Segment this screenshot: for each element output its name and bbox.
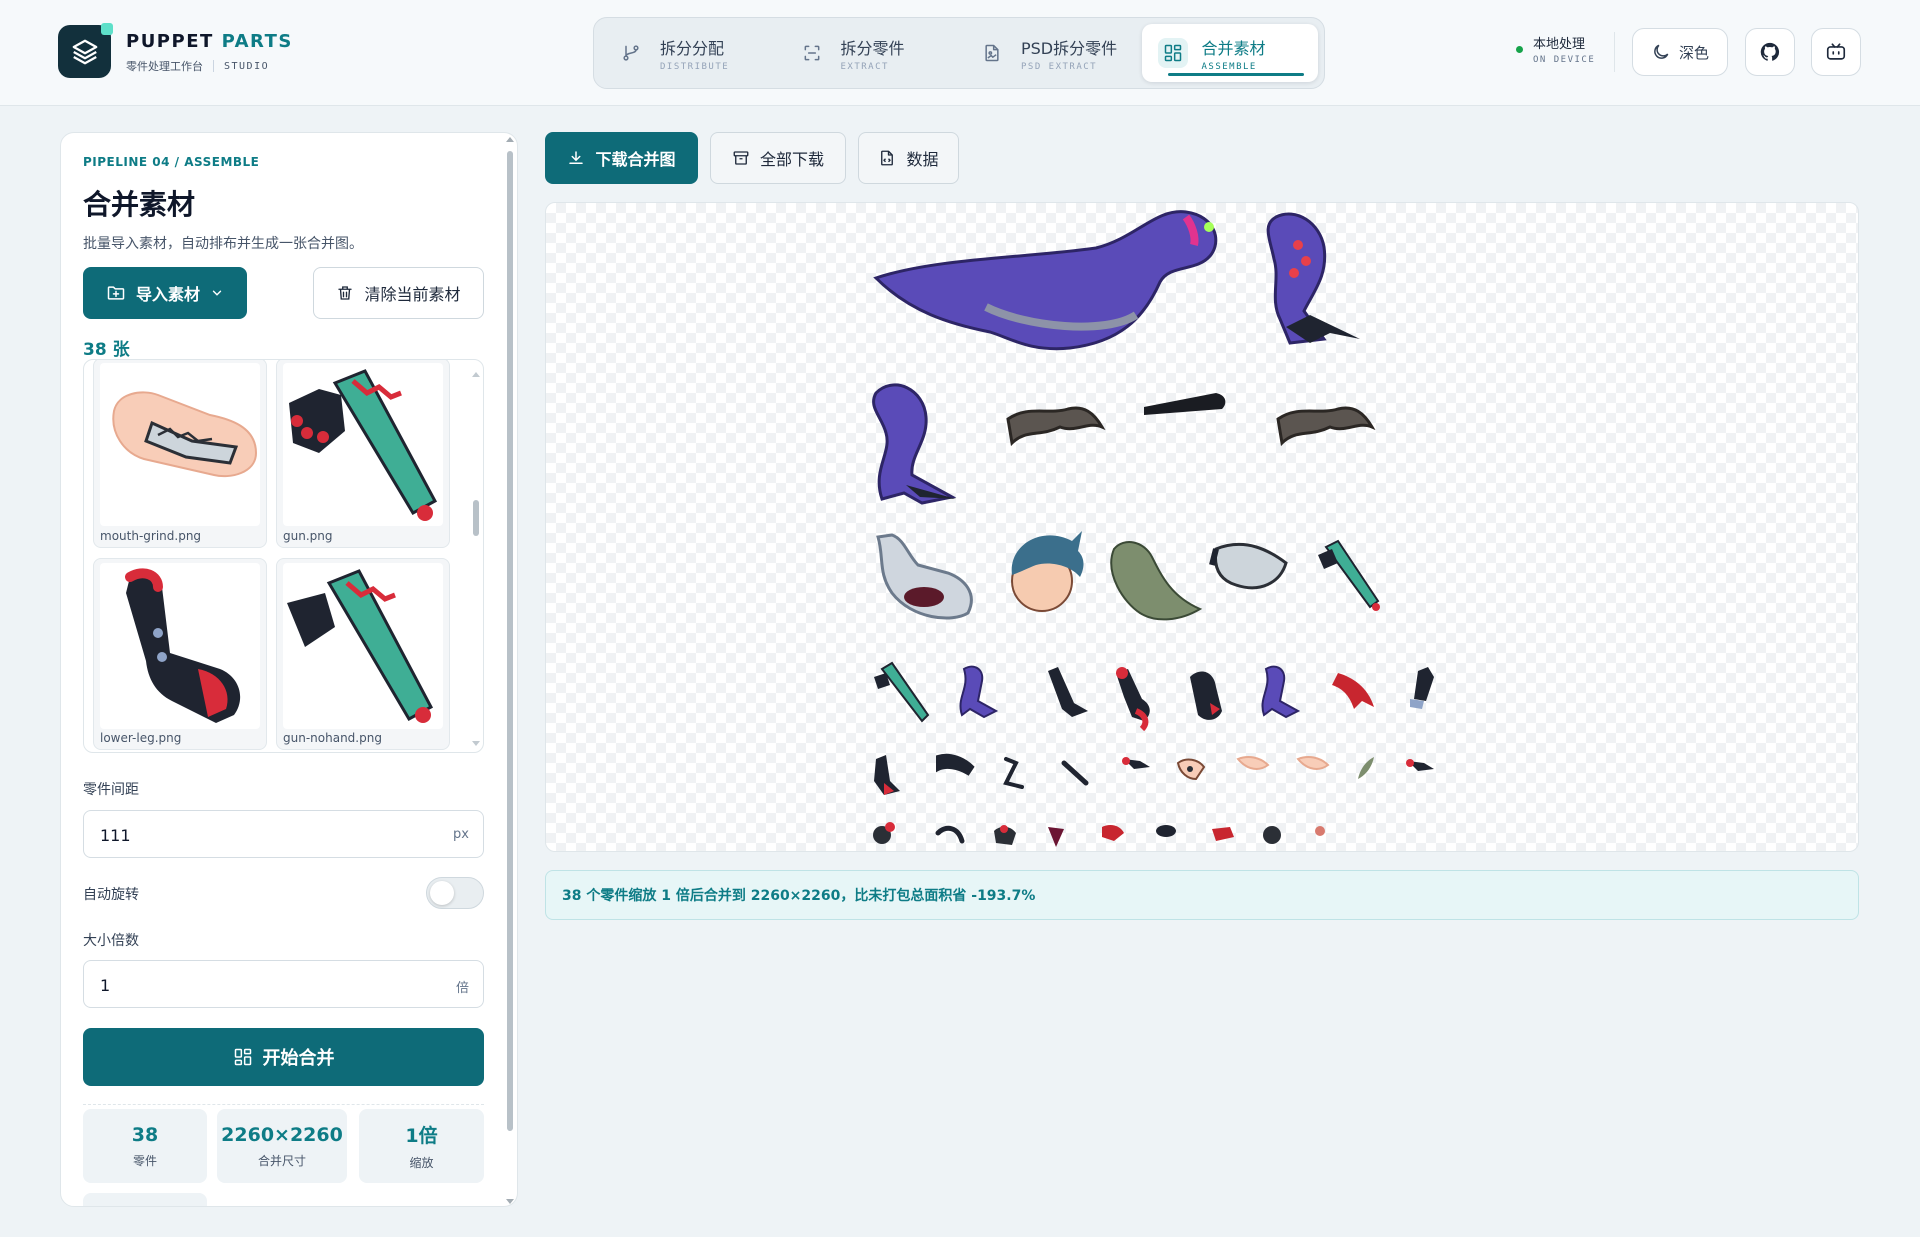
- mouth-grind-thumbnail: [112, 391, 258, 478]
- download-merged-button[interactable]: 下载合并图: [545, 132, 698, 184]
- sprite-upper-leg: [1266, 212, 1360, 345]
- sprite-neck: [1110, 541, 1203, 621]
- asset-thumbnail: [283, 563, 443, 729]
- stat-scale: 1倍 缩放: [359, 1109, 484, 1183]
- spacing-label: 零件间距: [83, 782, 139, 798]
- sprite-dino-body: [873, 210, 1218, 351]
- brand-subtitle: 零件处理工作台 STUDIO: [126, 60, 270, 73]
- top-bar: PUPPET PARTS 零件处理工作台 STUDIO 拆分分配 DISTRIBUT…: [0, 0, 1920, 106]
- app-logo: [58, 23, 113, 78]
- asset-thumbnail: [100, 363, 260, 526]
- file-image-icon: [977, 38, 1007, 68]
- status-dot: [1516, 45, 1523, 53]
- bilibili-icon: [1826, 43, 1846, 60]
- import-assets-button[interactable]: 导入素材: [83, 267, 247, 319]
- scale-label: 大小倍数: [83, 933, 139, 949]
- trash-icon: [338, 286, 353, 300]
- asset-filename: lower-leg.png: [100, 731, 182, 745]
- folder-plus-icon: [107, 286, 125, 300]
- sprite-head: [1011, 531, 1084, 612]
- data-button[interactable]: 数据: [858, 132, 959, 184]
- sprite-mouth: [1209, 543, 1288, 590]
- auto-rotate-label: 自动旋转: [83, 887, 139, 903]
- github-button[interactable]: [1745, 28, 1795, 76]
- merged-sprite-sheet: [872, 210, 1434, 847]
- gallery-scrollbar[interactable]: [472, 366, 480, 746]
- sprite-tail-b: [1276, 406, 1376, 447]
- asset-filename: gun.png: [283, 529, 333, 543]
- moon-icon: [1654, 44, 1669, 59]
- clear-assets-button[interactable]: 清除当前素材: [313, 267, 484, 319]
- asset-card[interactable]: gun.png: [276, 360, 450, 548]
- tab-psd-extract[interactable]: PSD拆分零件 PSD EXTRACT: [961, 24, 1138, 82]
- sprite-tail-a: [1006, 406, 1106, 447]
- lower-leg-thumbnail: [125, 568, 241, 723]
- asset-card[interactable]: mouth-grind.png: [93, 360, 267, 548]
- archive-icon: [733, 151, 749, 165]
- branch-icon: [616, 38, 646, 68]
- brand-name: PUPPET PARTS: [126, 31, 293, 52]
- divider: [83, 1104, 484, 1105]
- pipeline-eyebrow: PIPELINE 04 / ASSEMBLE: [83, 155, 260, 169]
- file-data-icon: [881, 150, 894, 166]
- download-all-button[interactable]: 全部下载: [710, 132, 846, 184]
- asset-filename: mouth-grind.png: [100, 529, 202, 543]
- divider: [1614, 32, 1615, 72]
- asset-thumbnail: [283, 363, 443, 526]
- asset-card[interactable]: gun-nohand.png: [276, 558, 450, 750]
- tab-extract[interactable]: 拆分零件 EXTRACT: [781, 24, 958, 82]
- merge-summary-text: 38 个零件缩放 1 倍后合并到 2260×2260，比未打包总面积省 -193…: [562, 888, 1036, 904]
- sprite-row5: [874, 753, 1434, 795]
- sprite-gun-small: [1318, 539, 1380, 611]
- panel-scrollbar[interactable]: [505, 137, 515, 1204]
- panel-title: 合并素材: [83, 188, 196, 221]
- layers-icon: [72, 39, 97, 64]
- stat-parts: 38 零件: [83, 1109, 207, 1183]
- asset-card[interactable]: lower-leg.png: [93, 558, 267, 750]
- assemble-settings-panel: PIPELINE 04 / ASSEMBLE 合并素材 批量导入素材，自动排布并…: [60, 132, 518, 1207]
- merged-preview-canvas: [545, 202, 1859, 852]
- sprite-jaw: [876, 533, 973, 620]
- sprite-row6: [873, 822, 1325, 847]
- asset-thumbnail: [100, 563, 260, 729]
- merge-summary-bar: 38 个零件缩放 1 倍后合并到 2260×2260，比未打包总面积省 -193…: [545, 870, 1859, 920]
- gun-nohand-thumbnail: [287, 569, 434, 723]
- spacing-input[interactable]: 111 px: [83, 810, 484, 858]
- gun-thumbnail: [289, 369, 438, 521]
- auto-rotate-toggle[interactable]: [426, 877, 484, 909]
- sprite-leg-b: [872, 383, 957, 505]
- theme-toggle-button[interactable]: 深色: [1632, 28, 1728, 76]
- start-merge-button[interactable]: 开始合并: [83, 1028, 484, 1086]
- tab-distribute[interactable]: 拆分分配 DISTRIBUTE: [600, 24, 777, 82]
- bilibili-button[interactable]: [1811, 28, 1861, 76]
- local-processing-status: 本地处理 ON DEVICE: [1516, 33, 1595, 65]
- pipeline-tabs: 拆分分配 DISTRIBUTE 拆分零件 EXTRACT PSD拆分零件 PSD EX…: [593, 17, 1325, 89]
- sprite-blade: [1144, 393, 1226, 415]
- assemble-icon: [1157, 38, 1188, 68]
- asset-gallery: mouth-grind.png gun.png lower-leg.png gu…: [83, 359, 484, 753]
- download-icon: [569, 151, 584, 164]
- scan-icon: [797, 38, 827, 68]
- scale-input[interactable]: 1倍: [83, 960, 484, 1008]
- stat-card-partial: [83, 1193, 207, 1206]
- panel-description: 批量导入素材，自动排布并生成一张合并图。: [83, 236, 363, 252]
- chevron-down-icon: [212, 290, 222, 296]
- sprite-row4: [874, 661, 1434, 732]
- tab-assemble[interactable]: 合并素材 ASSEMBLE: [1141, 24, 1318, 82]
- assemble-icon: [234, 1048, 251, 1066]
- asset-count: 38 张: [83, 340, 130, 360]
- asset-filename: gun-nohand.png: [283, 731, 382, 745]
- github-icon: [1760, 42, 1780, 61]
- stat-merged-size: 2260×2260 合并尺寸: [217, 1109, 347, 1183]
